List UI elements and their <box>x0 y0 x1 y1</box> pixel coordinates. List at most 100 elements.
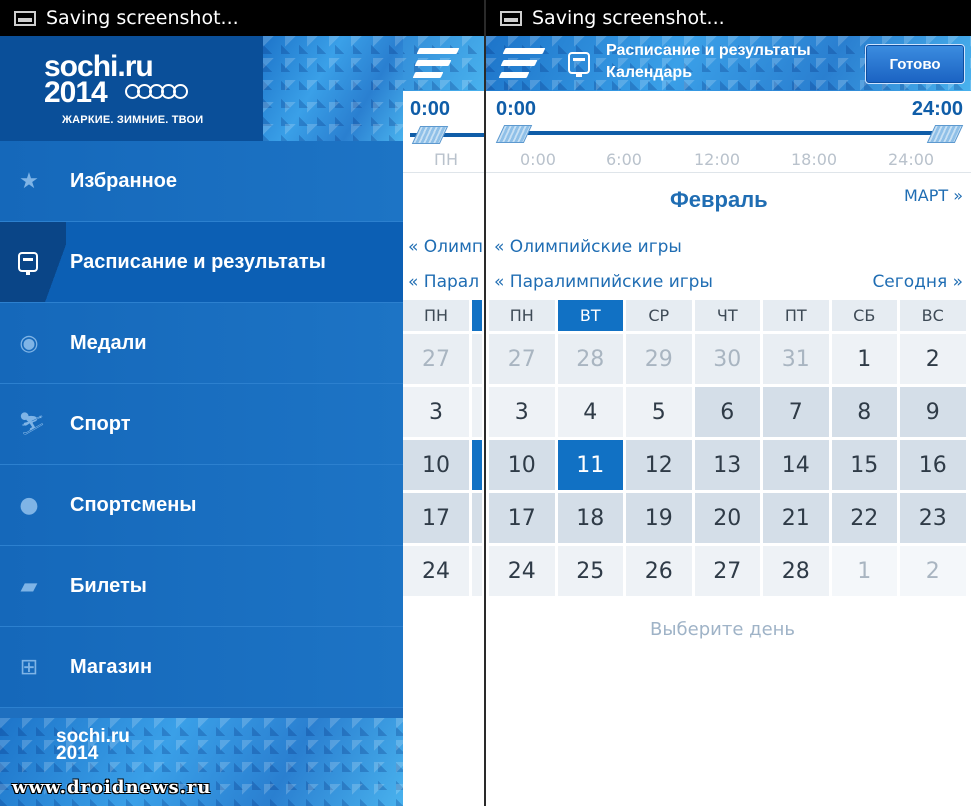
calendar-icon <box>18 252 40 275</box>
menu-icon[interactable] <box>412 44 460 84</box>
day-cell[interactable]: 14 <box>763 440 829 490</box>
day-cell[interactable]: 27 <box>403 334 469 384</box>
weekday-header: ВТ <box>557 300 623 331</box>
medal-icon: ◉ <box>19 331 39 356</box>
navigation-drawer: sochi.ru 2014 ЖАРКИЕ. ЗИМНИЕ. ТВОИ ★ Изб… <box>0 36 403 806</box>
right-screen: Saving screenshot... Расписание и резуль… <box>486 0 971 806</box>
athlete-icon: ● <box>19 493 39 518</box>
day-cell[interactable]: 25 <box>557 546 623 596</box>
month-title: Февраль <box>670 187 768 212</box>
day-cell[interactable]: 28 <box>763 546 829 596</box>
day-cell-selected[interactable]: 11 <box>557 440 623 490</box>
time-start-handle[interactable] <box>495 125 533 143</box>
weekday-header: СР <box>626 300 692 331</box>
watermark: www.droidnews.ru <box>12 777 212 798</box>
paralympic-link-behind[interactable]: « Парал <box>408 272 479 292</box>
day-cell-edge <box>472 334 482 384</box>
weekday-header: ПН <box>489 300 555 331</box>
time-end-handle[interactable] <box>926 125 964 143</box>
day-cell[interactable]: 26 <box>626 546 692 596</box>
day-cell[interactable]: 13 <box>694 440 760 490</box>
tick-behind: ПН <box>434 150 459 169</box>
day-cell[interactable]: 6 <box>694 387 760 437</box>
day-cell[interactable]: 4 <box>557 387 623 437</box>
weekday-header: СБ <box>831 300 897 331</box>
day-cell[interactable]: 21 <box>763 493 829 543</box>
day-cell: 1 <box>831 546 897 596</box>
day-cell[interactable]: 5 <box>626 387 692 437</box>
drawer-header: sochi.ru 2014 ЖАРКИЕ. ЗИМНИЕ. ТВОИ <box>0 36 403 141</box>
day-cell[interactable]: 7 <box>763 387 829 437</box>
time-range-track[interactable] <box>510 131 950 135</box>
menu-item-label: Билеты <box>70 574 147 597</box>
day-cell[interactable]: 17 <box>403 493 469 543</box>
day-cell[interactable]: 17 <box>489 493 555 543</box>
calendar-grid: ПН ВТ СР ЧТ ПТ СБ ВС 27 28 29 30 31 1 2 … <box>489 300 966 596</box>
day-cell[interactable]: 10 <box>403 440 469 490</box>
menu-item-shop[interactable]: ⊞ Магазин <box>0 627 403 708</box>
star-icon: ★ <box>19 169 39 194</box>
paralympic-games-link[interactable]: « Паралимпийские игры <box>494 272 713 292</box>
calendar-behind: ПН 27 3 10 17 24 <box>403 300 482 596</box>
next-month-link[interactable]: МАРТ » <box>904 186 963 205</box>
day-cell[interactable]: 27 <box>694 546 760 596</box>
screenshot-icon <box>14 10 36 26</box>
menu-item-label: Спортсмены <box>70 493 197 516</box>
day-cell[interactable]: 2 <box>900 334 966 384</box>
menu-item-label: Избранное <box>70 169 178 192</box>
olympic-link-behind[interactable]: « Олимпи <box>408 237 484 257</box>
divider <box>403 172 484 173</box>
day-cell[interactable]: 16 <box>900 440 966 490</box>
time-start-behind: 0:00 <box>410 98 451 120</box>
menu-item-schedule[interactable]: Расписание и результаты <box>0 222 403 303</box>
divider <box>486 172 971 173</box>
day-cell[interactable]: 8 <box>831 387 897 437</box>
weekday-tue-edge <box>472 300 482 331</box>
menu-icon[interactable] <box>498 44 546 84</box>
day-cell[interactable]: 10 <box>489 440 555 490</box>
day-cell: 31 <box>763 334 829 384</box>
olympic-games-link[interactable]: « Олимпийские игры <box>494 237 682 257</box>
time-start: 0:00 <box>496 98 537 120</box>
day-cell[interactable]: 19 <box>626 493 692 543</box>
tagline: ЖАРКИЕ. ЗИМНИЕ. ТВОИ <box>62 114 204 126</box>
day-cell[interactable]: 22 <box>831 493 897 543</box>
day-cell[interactable]: 9 <box>900 387 966 437</box>
day-cell[interactable]: 18 <box>557 493 623 543</box>
day-cell[interactable]: 3 <box>489 387 555 437</box>
status-bar: Saving screenshot... <box>0 0 484 36</box>
weekday-mon: ПН <box>403 300 469 331</box>
day-cell[interactable]: 24 <box>403 546 469 596</box>
time-handle-behind[interactable] <box>411 126 449 144</box>
ticket-icon: ▰ <box>20 574 38 599</box>
day-cell[interactable]: 24 <box>489 546 555 596</box>
today-link[interactable]: Сегодня » <box>872 272 963 292</box>
day-cell[interactable]: 12 <box>626 440 692 490</box>
menu-item-athletes[interactable]: ● Спортсмены <box>0 465 403 546</box>
drawer-menu: ★ Избранное Расписание и результаты ◉ Ме… <box>0 141 403 708</box>
status-bar: Saving screenshot... <box>486 0 971 36</box>
pattern-decoration <box>263 36 403 141</box>
day-cell[interactable]: 23 <box>900 493 966 543</box>
day-cell: 28 <box>557 334 623 384</box>
day-cell[interactable]: 15 <box>831 440 897 490</box>
tick-label: 6:00 <box>606 150 642 169</box>
calendar-icon <box>568 52 590 77</box>
day-cell[interactable]: 20 <box>694 493 760 543</box>
day-cell[interactable]: 3 <box>403 387 469 437</box>
app-title: Расписание и результаты Календарь <box>606 42 811 81</box>
menu-item-label: Медали <box>70 331 147 354</box>
screenshot-icon <box>500 10 522 26</box>
weekday-header: ВС <box>900 300 966 331</box>
day-cell: 2 <box>900 546 966 596</box>
day-cell[interactable]: 1 <box>831 334 897 384</box>
menu-item-label: Магазин <box>70 655 153 678</box>
menu-item-favorites[interactable]: ★ Избранное <box>0 141 403 222</box>
menu-item-medals[interactable]: ◉ Медали <box>0 303 403 384</box>
status-text: Saving screenshot... <box>46 7 239 29</box>
menu-item-label: Расписание и результаты <box>70 250 326 273</box>
menu-item-sport[interactable]: ⛷ Спорт <box>0 384 403 465</box>
menu-item-tickets[interactable]: ▰ Билеты <box>0 546 403 627</box>
day-cell-edge <box>472 493 482 543</box>
done-button[interactable]: Готово <box>865 44 965 84</box>
